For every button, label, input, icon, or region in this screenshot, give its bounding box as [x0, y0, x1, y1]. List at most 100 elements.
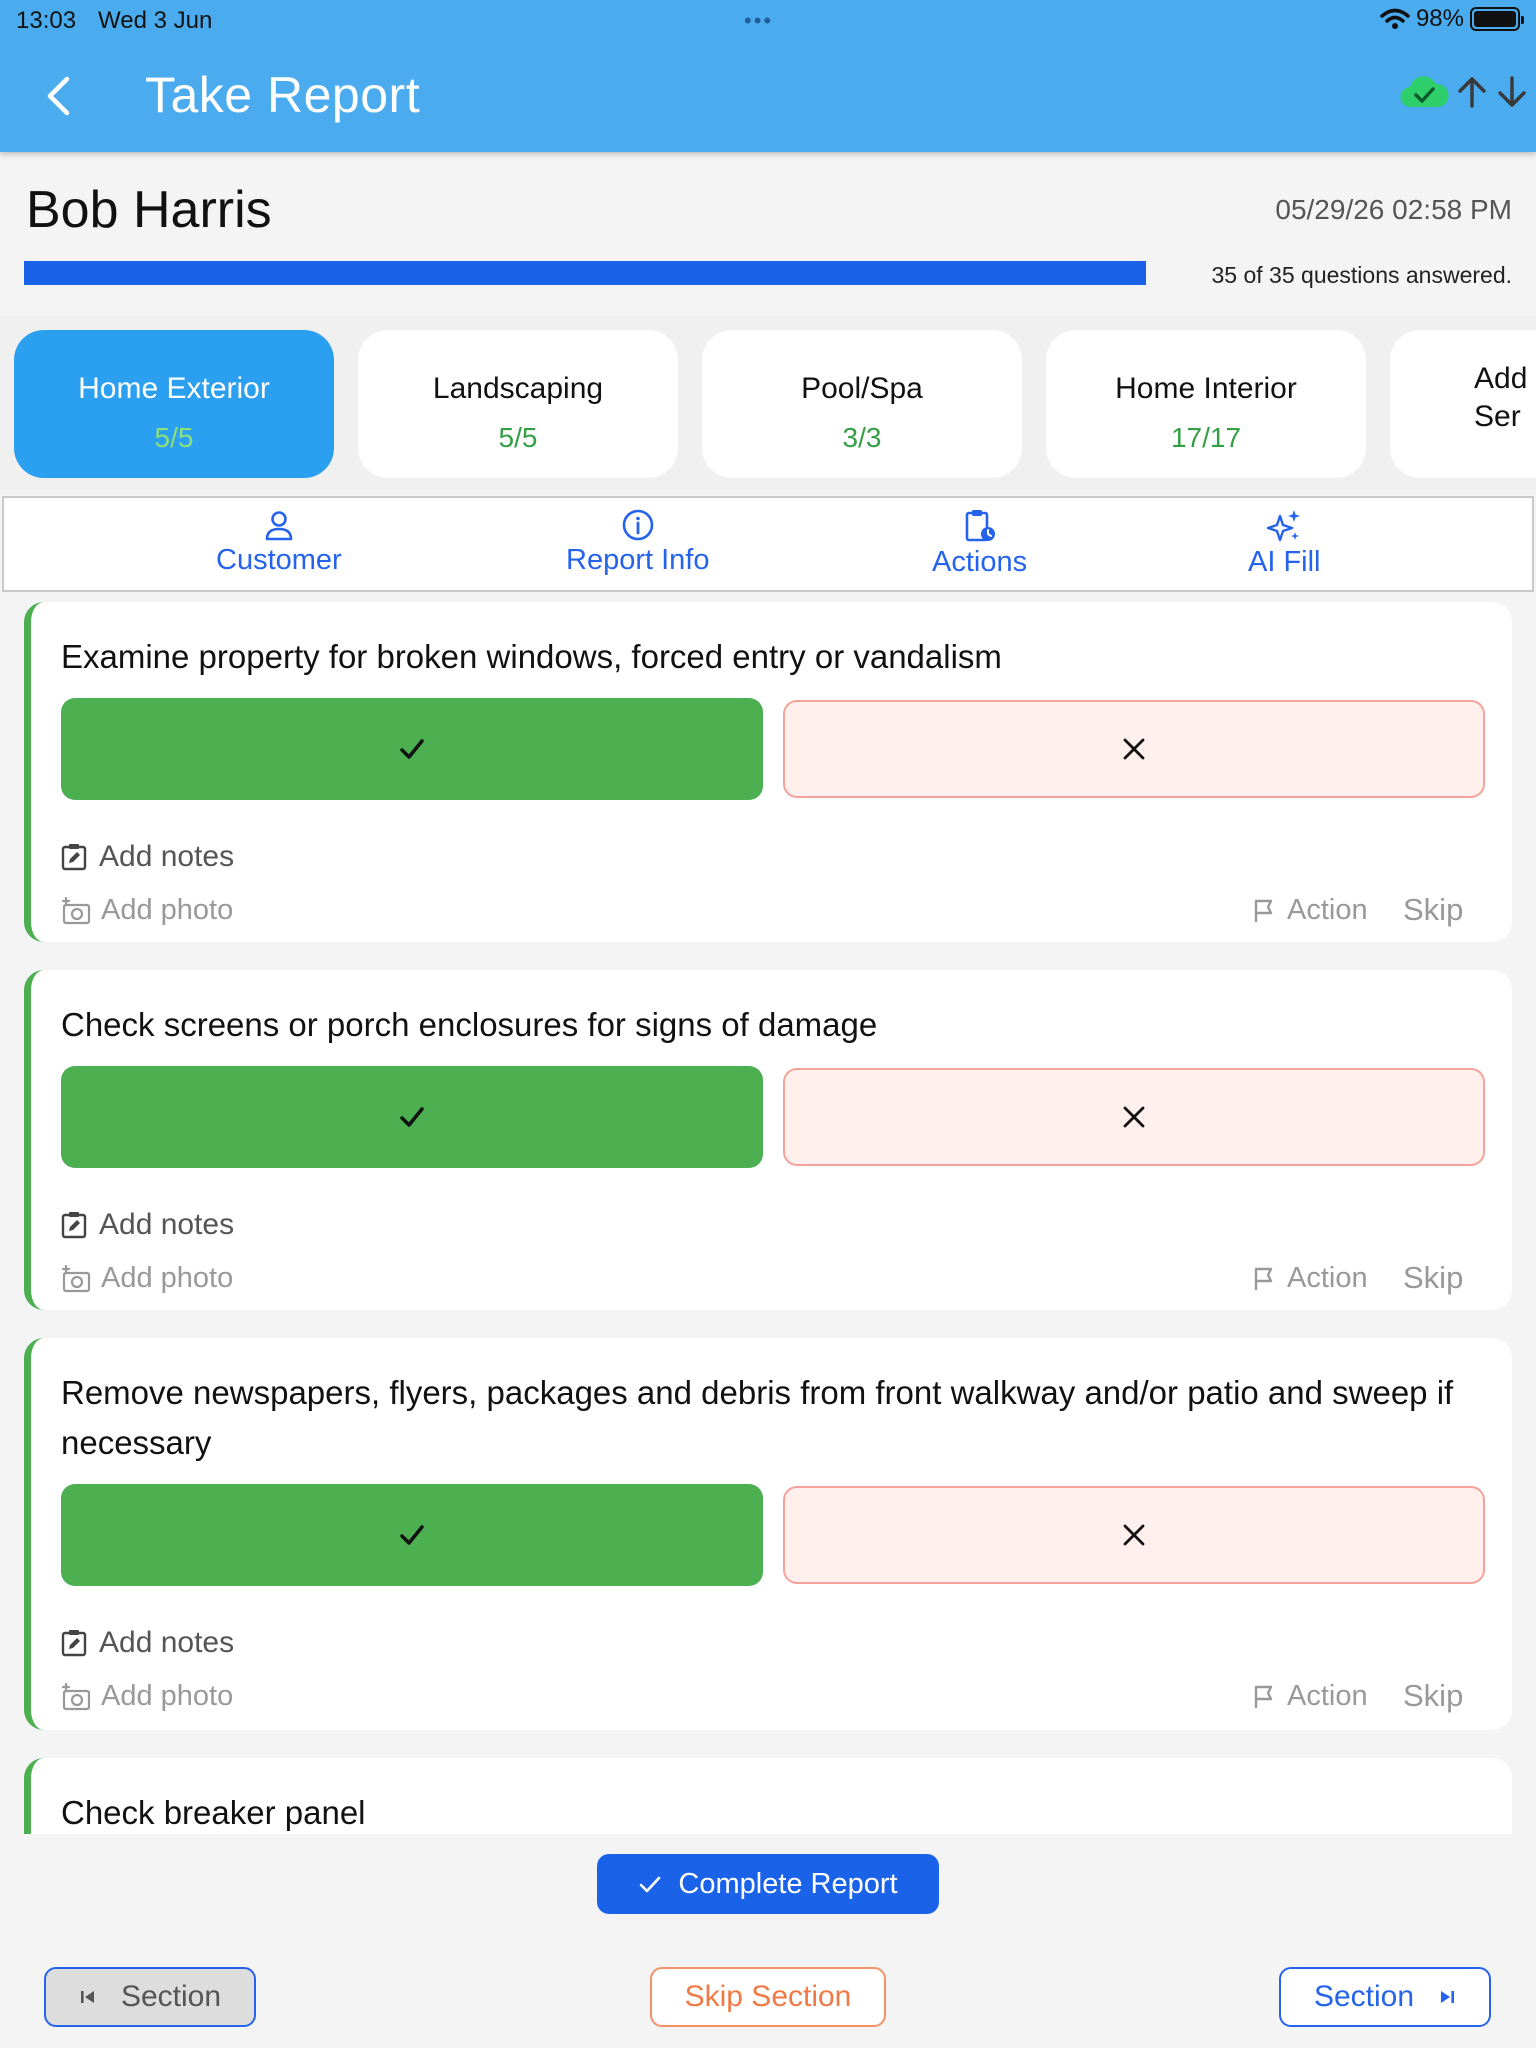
skip-button[interactable]: Skip [1403, 1678, 1463, 1714]
add-photo-button[interactable]: Add photo [61, 1680, 233, 1713]
section-title-line1: Add [1474, 362, 1528, 395]
complete-report-label: Complete Report [678, 1867, 898, 1900]
user-icon [265, 511, 293, 541]
battery-percent: 98% [1415, 5, 1464, 32]
yes-button[interactable] [61, 1066, 763, 1168]
action-button[interactable]: Action [1253, 1262, 1368, 1295]
add-notes-button[interactable]: Add notes [61, 1626, 234, 1660]
chevron-left-icon [47, 76, 70, 116]
previous-section-button[interactable]: Section [44, 1967, 256, 2027]
close-icon [1123, 1524, 1145, 1546]
question-card: Examine property for broken windows, for… [24, 602, 1512, 942]
close-icon [1123, 1106, 1145, 1128]
skip-button[interactable]: Skip [1403, 1260, 1463, 1296]
camera-add-icon [61, 896, 91, 924]
check-icon [640, 1876, 661, 1893]
question-text: Examine property for broken windows, for… [61, 638, 1002, 675]
add-notes-label: Add notes [99, 1626, 235, 1659]
no-button[interactable] [783, 1068, 1485, 1166]
report-info-tool-label: Report Info [566, 544, 710, 576]
sparkles-icon [1267, 510, 1301, 542]
section-count: 3 [1474, 436, 1536, 468]
action-label: Action [1287, 894, 1368, 926]
status-date: Wed 3 Jun [98, 7, 213, 34]
flag-icon [1254, 1267, 1273, 1290]
no-button[interactable] [783, 700, 1485, 798]
add-photo-button[interactable]: Add photo [61, 1262, 233, 1295]
multitasking-dots-icon[interactable]: ••• [744, 8, 773, 34]
progress-text: 35 of 35 questions answered. [1211, 262, 1512, 288]
battery-icon [1470, 7, 1524, 31]
flag-icon [1254, 899, 1273, 922]
progress-bar [24, 261, 1146, 285]
yes-button[interactable] [61, 698, 763, 800]
skip-button[interactable]: Skip [1403, 892, 1463, 928]
question-text: Check screens or porch enclosures for si… [61, 1006, 878, 1043]
action-button[interactable]: Action [1253, 1680, 1368, 1713]
question-card: Remove newspapers, flyers, packages and … [24, 1338, 1512, 1730]
section-title: Home Exterior [78, 372, 270, 405]
next-section-button[interactable]: Section [1279, 1967, 1491, 2027]
section-title-line2: Ser [1474, 400, 1521, 433]
actions-tool-button[interactable]: Actions [932, 508, 1027, 579]
download-arrow-icon[interactable] [1494, 74, 1530, 110]
check-icon [400, 739, 424, 759]
section-tab-home-exterior[interactable]: Home Exterior 5/5 [14, 330, 334, 478]
section-tab-pool-spa[interactable]: Pool/Spa 3/3 [702, 330, 1022, 478]
back-button[interactable] [38, 70, 78, 122]
section-tab-landscaping[interactable]: Landscaping 5/5 [358, 330, 678, 478]
ai-fill-tool-button[interactable]: AI Fill [1248, 508, 1321, 579]
action-button[interactable]: Action [1253, 894, 1368, 927]
check-icon [400, 1107, 424, 1127]
progress-fill [24, 261, 1146, 285]
camera-add-icon [61, 1682, 91, 1710]
wifi-icon [1380, 8, 1410, 29]
report-date: 05/29/26 02:58 PM [1275, 194, 1512, 225]
sync-status [1398, 74, 1530, 110]
info-icon [622, 509, 654, 541]
cloud-check-icon[interactable] [1398, 74, 1450, 110]
actions-tool-label: Actions [932, 546, 1028, 578]
section-tabs: Home Exterior 5/5 Landscaping 5/5 Pool/S… [0, 316, 1536, 494]
question-list: Examine property for broken windows, for… [0, 594, 1536, 1834]
next-section-label: Section [1313, 1980, 1415, 2013]
section-count: 5/5 [154, 422, 194, 453]
skip-next-icon [1441, 1991, 1455, 2003]
complete-report-button[interactable]: Complete Report [597, 1854, 939, 1914]
note-edit-icon [61, 1212, 87, 1239]
section-count: 5/5 [498, 422, 538, 453]
add-notes-label: Add notes [99, 840, 235, 873]
previous-section-label: Section [120, 1980, 222, 2013]
action-label: Action [1287, 1680, 1368, 1712]
skip-previous-icon [80, 1991, 94, 2003]
add-photo-button[interactable]: Add photo [61, 894, 233, 927]
report-toolbar: Customer Report Info Actions AI Fill [2, 496, 1534, 592]
ai-fill-tool-label: AI Fill [1248, 546, 1321, 578]
clipboard-clock-icon [965, 510, 995, 542]
section-tab-home-interior[interactable]: Home Interior 17/17 [1046, 330, 1366, 478]
status-time: 13:03 [16, 7, 77, 34]
add-notes-button[interactable]: Add notes [61, 1208, 234, 1242]
report-info-tool-button[interactable]: Report Info [566, 508, 709, 577]
add-photo-label: Add photo [101, 1262, 234, 1294]
question-card: Check screens or porch enclosures for si… [24, 970, 1512, 1310]
question-card: Check breaker panel [24, 1758, 1512, 1834]
customer-name: Bob Harris [26, 181, 272, 239]
check-icon [400, 1525, 424, 1545]
customer-tool-button[interactable]: Customer [216, 508, 342, 577]
section-tab-additional[interactable]: Add Ser 3 [1390, 330, 1536, 478]
close-icon [1123, 738, 1145, 760]
section-count: 17/17 [1170, 422, 1242, 453]
add-notes-button[interactable]: Add notes [61, 840, 234, 874]
status-indicators: 98% [1380, 5, 1524, 33]
action-label: Action [1287, 1262, 1368, 1294]
customer-tool-label: Customer [216, 544, 342, 576]
skip-section-button[interactable]: Skip Section [650, 1967, 886, 2027]
section-count: 3/3 [842, 422, 882, 453]
yes-button[interactable] [61, 1484, 763, 1586]
flag-icon [1254, 1685, 1273, 1708]
add-notes-label: Add notes [99, 1208, 235, 1241]
no-button[interactable] [783, 1486, 1485, 1584]
upload-arrow-icon[interactable] [1454, 74, 1490, 110]
camera-add-icon [61, 1264, 91, 1292]
